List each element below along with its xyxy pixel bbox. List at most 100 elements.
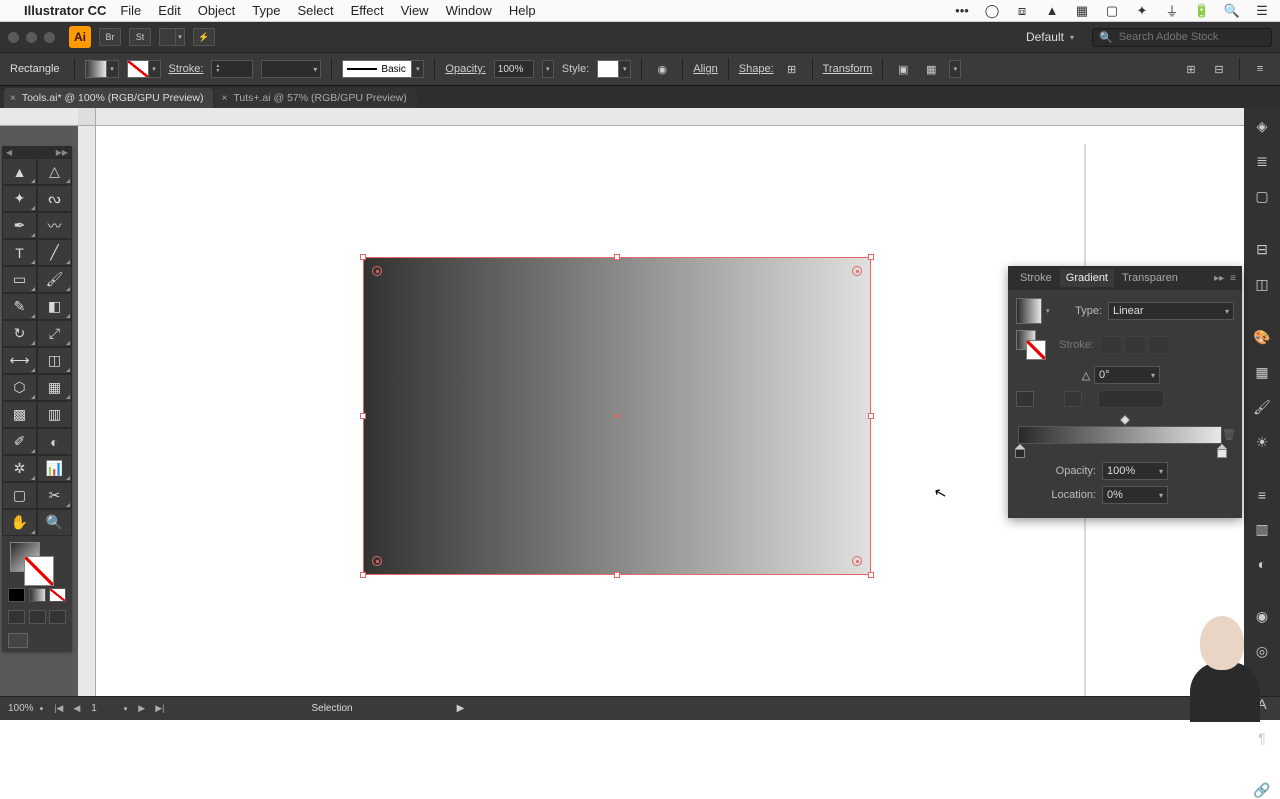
lasso-tool[interactable]: ᔓ: [37, 185, 72, 212]
artboard-tool[interactable]: ▢: [2, 482, 37, 509]
workspace-switcher[interactable]: Default ▾: [1026, 30, 1074, 44]
resize-handle[interactable]: [868, 572, 874, 578]
align-panel-icon[interactable]: ⊟: [1252, 241, 1272, 258]
color-panel-icon[interactable]: 🎨: [1252, 329, 1272, 346]
symbols-panel-icon[interactable]: ☀: [1252, 434, 1272, 451]
eyedropper-tool[interactable]: ✐: [2, 428, 37, 455]
paintbrush-tool[interactable]: 🖌: [37, 266, 72, 293]
menu-file[interactable]: File: [120, 3, 141, 18]
opacity-field[interactable]: 100%: [494, 60, 534, 78]
swatches-panel-icon[interactable]: ▦: [1252, 364, 1272, 381]
width-tool[interactable]: ⟷: [2, 347, 37, 374]
menu-object[interactable]: Object: [198, 3, 236, 18]
stop-location-field[interactable]: 0%▾: [1102, 486, 1168, 504]
corner-widget[interactable]: [372, 266, 382, 276]
status-grid-icon[interactable]: ▦: [1074, 4, 1090, 18]
align-panel-link[interactable]: Align: [693, 63, 717, 75]
minimize-button[interactable]: [26, 32, 37, 43]
selection-tool[interactable]: ▲: [2, 158, 37, 185]
ruler-origin[interactable]: [78, 108, 96, 126]
status-calendar-icon[interactable]: ▢: [1104, 4, 1120, 18]
stroke-swatch-dropdown[interactable]: ▾: [127, 60, 161, 78]
close-tab-icon[interactable]: ×: [221, 93, 227, 104]
corner-widget[interactable]: [852, 556, 862, 566]
status-plus-icon[interactable]: ✦: [1134, 4, 1150, 18]
draw-behind-button[interactable]: [29, 610, 46, 624]
type-tool[interactable]: T: [2, 239, 37, 266]
horizontal-ruler[interactable]: [0, 108, 1280, 126]
rotate-tool[interactable]: ↻: [2, 320, 37, 347]
arrange-docs-dropdown[interactable]: ▾: [159, 28, 185, 46]
pen-tool[interactable]: ✒: [2, 212, 37, 239]
collapse-panel-icon[interactable]: ▸▸: [1214, 273, 1224, 284]
resize-handle[interactable]: [614, 254, 620, 260]
delete-stop-icon[interactable]: 🗑: [1222, 428, 1236, 441]
direct-selection-tool[interactable]: △: [37, 158, 72, 185]
hand-tool[interactable]: ✋: [2, 509, 37, 536]
brushes-panel-icon[interactable]: 🖌: [1252, 399, 1272, 416]
gradient-ramp[interactable]: [1018, 426, 1222, 444]
app-name[interactable]: Illustrator CC: [24, 3, 106, 18]
isolate-icon[interactable]: ▣: [893, 60, 913, 78]
layout-icon-2[interactable]: ⊟: [1209, 60, 1229, 78]
perspective-tool[interactable]: ▦: [37, 374, 72, 401]
artboard-nav-dropdown[interactable]: 1 ▾: [87, 700, 131, 718]
draw-inside-button[interactable]: [49, 610, 66, 624]
edit-similar-icon[interactable]: ▦: [921, 60, 941, 78]
last-artboard-button[interactable]: ▶|: [152, 703, 167, 714]
gradient-preset-dropdown[interactable]: ▾: [1046, 307, 1056, 315]
draw-normal-button[interactable]: [8, 610, 25, 624]
status-dots-icon[interactable]: •••: [954, 4, 970, 18]
next-artboard-button[interactable]: ▶: [135, 703, 148, 714]
stroke-panel-icon[interactable]: ≡: [1252, 487, 1272, 503]
opacity-dropdown[interactable]: ▾: [542, 60, 554, 78]
links-panel-icon[interactable]: 🔗: [1252, 782, 1272, 799]
tab-transparency[interactable]: Transparen: [1116, 269, 1184, 287]
status-dropbox-icon[interactable]: ⧈: [1014, 4, 1030, 18]
menu-window[interactable]: Window: [446, 3, 492, 18]
gradient-color-button[interactable]: [29, 588, 46, 602]
column-graph-tool[interactable]: 📊: [37, 455, 72, 482]
pathfinder-panel-icon[interactable]: ◫: [1252, 276, 1272, 293]
shape-panel-link[interactable]: Shape:: [739, 63, 774, 75]
blend-tool[interactable]: ◐: [37, 428, 72, 455]
fill-stroke-indicator[interactable]: [2, 536, 72, 588]
resize-handle[interactable]: [360, 254, 366, 260]
shape-properties-icon[interactable]: ⊞: [782, 60, 802, 78]
style-dropdown[interactable]: ▾: [597, 60, 631, 78]
stroke-weight-field[interactable]: ▲▼: [211, 60, 253, 78]
resize-handle[interactable]: [614, 572, 620, 578]
layout-icon-1[interactable]: ⊞: [1181, 60, 1201, 78]
resize-handle[interactable]: [868, 254, 874, 260]
reverse-gradient-button[interactable]: [1016, 391, 1034, 407]
scale-tool[interactable]: ⤢: [37, 320, 72, 347]
resize-handle[interactable]: [360, 413, 366, 419]
resize-handle[interactable]: [360, 572, 366, 578]
shaper-tool[interactable]: ✎: [2, 293, 37, 320]
line-tool[interactable]: ╱: [37, 239, 72, 266]
zoom-tool[interactable]: 🔍: [37, 509, 72, 536]
free-transform-tool[interactable]: ◫: [37, 347, 72, 374]
recolor-icon[interactable]: ◉: [652, 60, 672, 78]
slice-tool[interactable]: ✂: [37, 482, 72, 509]
stroke-color[interactable]: [24, 556, 54, 586]
corner-widget[interactable]: [372, 556, 382, 566]
menu-edit[interactable]: Edit: [158, 3, 180, 18]
menu-effect[interactable]: Effect: [351, 3, 384, 18]
color-stop-1[interactable]: [1014, 444, 1026, 458]
status-menu-icon[interactable]: ☰: [1254, 4, 1270, 18]
doc-tab-active[interactable]: × Tools.ai* @ 100% (RGB/GPU Preview): [4, 88, 213, 108]
color-stop-2[interactable]: [1216, 444, 1228, 458]
status-spotlight-icon[interactable]: 🔍: [1224, 4, 1240, 18]
profile-dropdown[interactable]: ▾: [261, 60, 321, 78]
close-button[interactable]: [8, 32, 19, 43]
opacity-panel-link[interactable]: Opacity:: [445, 63, 485, 75]
doc-tab-inactive[interactable]: × Tuts+.ai @ 57% (RGB/GPU Preview): [215, 88, 416, 108]
corner-widget[interactable]: [852, 266, 862, 276]
search-stock-field[interactable]: 🔍: [1092, 28, 1272, 47]
apply-along-button[interactable]: [1124, 336, 1146, 354]
tab-gradient[interactable]: Gradient: [1060, 269, 1114, 287]
menu-select[interactable]: Select: [297, 3, 333, 18]
stop-opacity-field[interactable]: 100%▾: [1102, 462, 1168, 480]
toolbox-header[interactable]: ◀▶▶: [2, 146, 72, 158]
